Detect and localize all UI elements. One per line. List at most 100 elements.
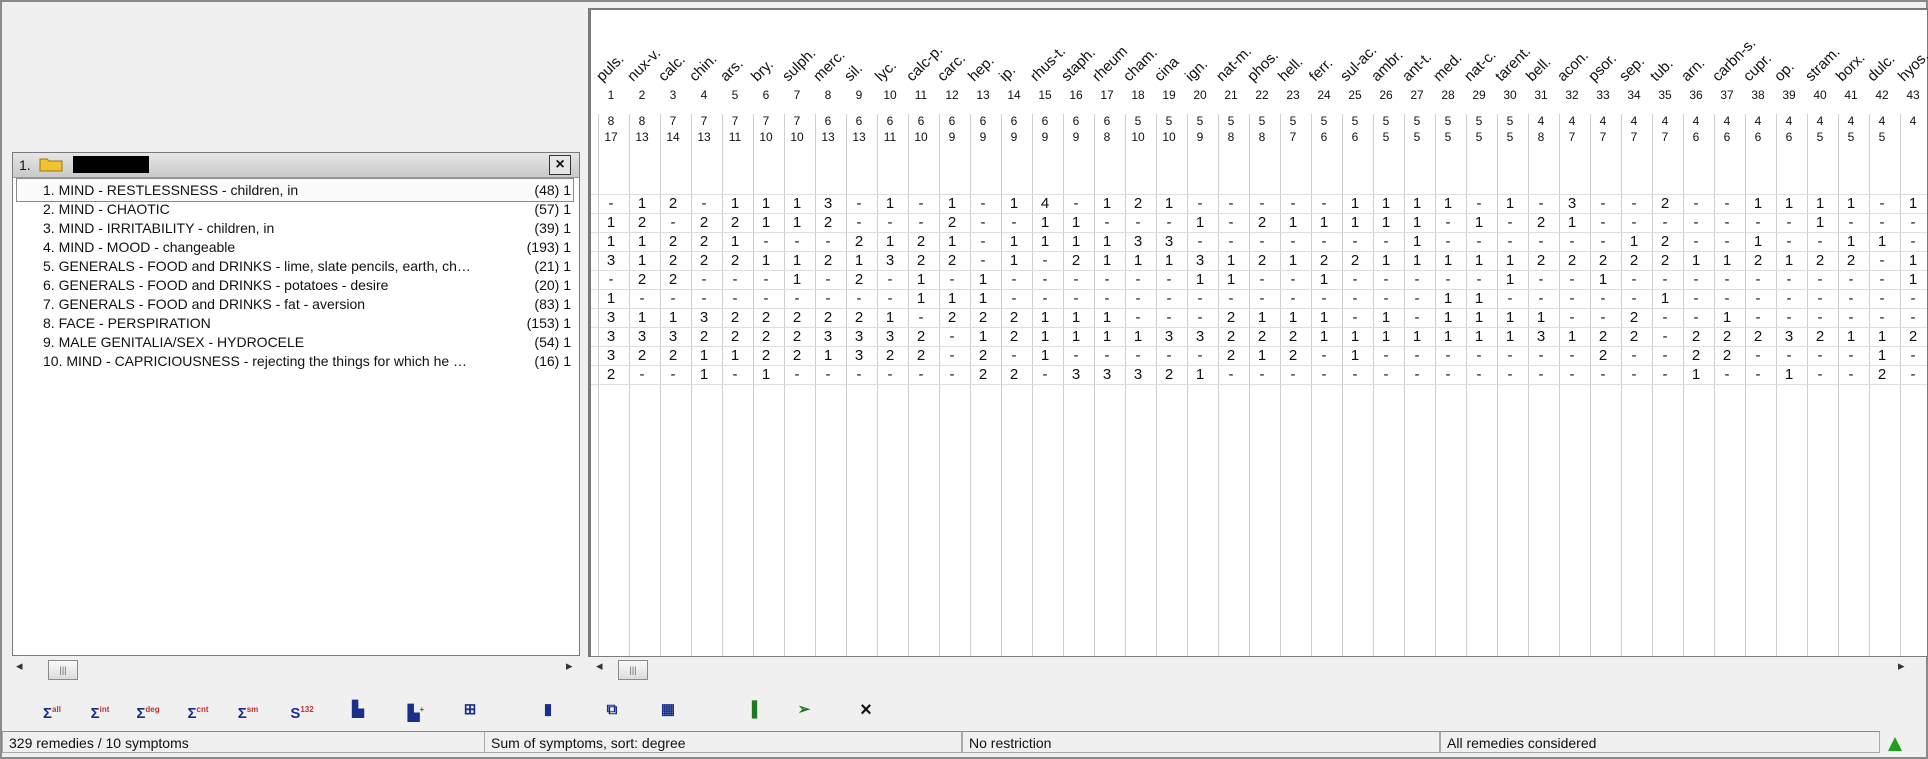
grid-cell[interactable]: 3 xyxy=(1153,233,1185,250)
remedy-abbreviation[interactable]: hep. xyxy=(965,52,998,85)
grid-cell[interactable]: 1 xyxy=(750,252,782,269)
grid-cell[interactable]: 1 xyxy=(1060,233,1092,250)
grid-cell[interactable]: 1 xyxy=(1618,233,1650,250)
grid-cell[interactable]: 1 xyxy=(1246,347,1278,364)
grid-cell[interactable]: - xyxy=(874,271,906,288)
scroll-thumb[interactable]: ||| xyxy=(48,660,78,680)
grid-cell[interactable]: - xyxy=(1494,347,1526,364)
grid-cell[interactable]: - xyxy=(1215,290,1247,307)
grid-cell[interactable]: - xyxy=(1184,309,1216,326)
remedy-abbreviation[interactable]: stram. xyxy=(1802,44,1843,85)
grid-cell[interactable]: 1 xyxy=(1308,214,1340,231)
grid-cell[interactable]: 1 xyxy=(1091,195,1123,212)
grid-cell[interactable]: 2 xyxy=(750,347,782,364)
grid-cell[interactable]: 1 xyxy=(1091,252,1123,269)
grid-cell[interactable]: 1 xyxy=(1773,366,1805,383)
grid-cell[interactable]: - xyxy=(1246,290,1278,307)
grid-cell[interactable]: 2 xyxy=(719,309,751,326)
grid-cell[interactable]: 2 xyxy=(936,309,968,326)
grid-cell[interactable]: 1 xyxy=(1277,309,1309,326)
grid-cell[interactable]: - xyxy=(1246,366,1278,383)
grid-cell[interactable]: - xyxy=(1277,290,1309,307)
grid-cell[interactable]: 1 xyxy=(1401,233,1433,250)
grid-cell[interactable]: - xyxy=(1556,366,1588,383)
grid-cell[interactable]: - xyxy=(1153,271,1185,288)
grid-cell[interactable]: 2 xyxy=(1587,252,1619,269)
grid-cell[interactable]: - xyxy=(1432,271,1464,288)
grid-cell[interactable]: - xyxy=(1432,347,1464,364)
grid-cell[interactable]: 3 xyxy=(1525,328,1557,345)
grid-cell[interactable]: - xyxy=(1463,347,1495,364)
scroll-thumb[interactable]: ||| xyxy=(618,660,648,680)
grid-cell[interactable]: 1 xyxy=(1835,328,1867,345)
grid-cell[interactable]: 1 xyxy=(750,214,782,231)
remedy-abbreviation[interactable]: nux-v. xyxy=(624,45,664,85)
grid-cell[interactable]: 1 xyxy=(874,233,906,250)
grid-cell[interactable]: - xyxy=(1618,271,1650,288)
grid-cell[interactable]: 3 xyxy=(1091,366,1123,383)
grid-cell[interactable]: 1 xyxy=(1029,347,1061,364)
grid-cell[interactable]: 1 xyxy=(874,309,906,326)
grid-cell[interactable]: - xyxy=(1060,195,1092,212)
grid-cell[interactable]: 1 xyxy=(1866,233,1898,250)
grid-cell[interactable]: - xyxy=(1773,214,1805,231)
sum-intensity-button[interactable]: Σint xyxy=(82,696,118,724)
grid-cell[interactable]: 2 xyxy=(1215,309,1247,326)
grid-cell[interactable]: 1 xyxy=(1494,252,1526,269)
grid-cell[interactable]: - xyxy=(1308,290,1340,307)
sort-132-button[interactable]: S132 xyxy=(284,696,320,724)
grid-cell[interactable]: 1 xyxy=(1494,328,1526,345)
grid-cell[interactable]: - xyxy=(1246,271,1278,288)
grid-cell[interactable]: 2 xyxy=(1556,252,1588,269)
grid-cell[interactable]: 2 xyxy=(1897,328,1928,345)
grid-cell[interactable]: 1 xyxy=(1463,328,1495,345)
grid-cell[interactable]: 2 xyxy=(905,233,937,250)
chart-red-button[interactable]: ▙ xyxy=(340,696,376,724)
grid-cell[interactable]: 1 xyxy=(1556,328,1588,345)
grid-cell[interactable]: 3 xyxy=(874,252,906,269)
grid-cell[interactable]: - xyxy=(1184,290,1216,307)
grid-cell[interactable]: - xyxy=(1866,252,1898,269)
grid-cell[interactable]: 1 xyxy=(905,271,937,288)
grid-cell[interactable]: - xyxy=(1060,271,1092,288)
grid-cell[interactable]: 1 xyxy=(1246,309,1278,326)
grid-cell[interactable]: 3 xyxy=(843,328,875,345)
grid-cell[interactable]: - xyxy=(936,271,968,288)
grid-cell[interactable]: - xyxy=(1556,347,1588,364)
grid-cell[interactable]: - xyxy=(1897,309,1928,326)
remedy-abbreviation[interactable]: ign. xyxy=(1182,56,1211,85)
grid-cell[interactable]: - xyxy=(1122,214,1154,231)
grid-cell[interactable]: 2 xyxy=(781,347,813,364)
grid-cell[interactable]: 2 xyxy=(1277,347,1309,364)
grid-cell[interactable]: - xyxy=(1463,366,1495,383)
grid-cell[interactable]: 2 xyxy=(1680,328,1712,345)
grid-cell[interactable]: 1 xyxy=(1866,347,1898,364)
grid-cell[interactable]: 1 xyxy=(936,233,968,250)
grid-cell[interactable]: 1 xyxy=(1153,195,1185,212)
grid-cell[interactable]: - xyxy=(1587,195,1619,212)
grid-cell[interactable]: 2 xyxy=(1308,252,1340,269)
grid-cell[interactable]: - xyxy=(1401,290,1433,307)
grid-cell[interactable]: - xyxy=(1153,214,1185,231)
grid-cell[interactable]: - xyxy=(1525,347,1557,364)
bottle-button[interactable]: ▮ xyxy=(530,696,566,724)
grid-cell[interactable]: - xyxy=(1060,290,1092,307)
grid-cell[interactable]: - xyxy=(719,271,751,288)
grid-cell[interactable]: - xyxy=(1153,309,1185,326)
grid-cell[interactable]: - xyxy=(1835,214,1867,231)
grid-cell[interactable]: - xyxy=(688,271,720,288)
grid-cell[interactable]: - xyxy=(1370,366,1402,383)
remedy-abbreviation[interactable]: psor. xyxy=(1585,50,1620,85)
grid-cell[interactable]: 1 xyxy=(1091,233,1123,250)
grid-cell[interactable]: - xyxy=(874,214,906,231)
grid-cell[interactable]: 1 xyxy=(719,195,751,212)
grid-cell[interactable]: 1 xyxy=(688,366,720,383)
remedy-abbreviation[interactable]: sulph. xyxy=(779,45,819,85)
grid-cell[interactable]: 1 xyxy=(967,271,999,288)
remedy-abbreviation[interactable]: bry. xyxy=(748,56,777,85)
grid-cell[interactable]: 1 xyxy=(1029,214,1061,231)
grid-cell[interactable]: 3 xyxy=(1122,233,1154,250)
grid-cell[interactable]: - xyxy=(1370,233,1402,250)
grid-cell[interactable]: 2 xyxy=(1525,252,1557,269)
section-name-redacted[interactable] xyxy=(73,156,149,173)
